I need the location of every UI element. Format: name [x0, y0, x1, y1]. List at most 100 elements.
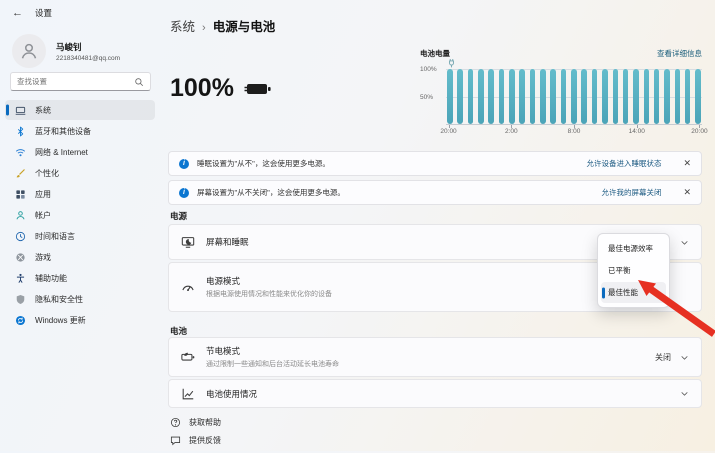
row-value: 关闭	[655, 352, 671, 363]
y-tick-100: 100%	[420, 66, 442, 73]
chart-bar	[695, 69, 701, 124]
banner-action-link[interactable]: 允许设备进入睡眠状态	[586, 158, 661, 169]
system-icon	[15, 105, 26, 116]
battery-percent: 100%	[170, 74, 234, 103]
close-icon[interactable]: ✕	[683, 158, 691, 169]
x-tick-label: 2:00	[505, 128, 518, 135]
chart-bar	[675, 69, 681, 124]
chart-bar	[468, 69, 474, 124]
time-language-icon	[15, 231, 26, 242]
help-icon	[170, 417, 181, 428]
chart-bar	[654, 69, 660, 124]
user-name: 马峻钊	[56, 41, 120, 53]
get-help-link[interactable]: 获取帮助	[170, 417, 221, 428]
close-icon[interactable]: ✕	[683, 187, 691, 198]
battery-chart: 电池电量 查看详细信息 100% 50% 20:002:008:0014:002…	[420, 48, 702, 150]
send-feedback-link[interactable]: 提供反馈	[170, 435, 221, 446]
battery-usage-icon	[181, 387, 195, 401]
chart-bar	[530, 69, 536, 124]
power-mode-dropdown-menu: 最佳电源效率已平衡最佳性能	[597, 233, 670, 308]
battery-section-card: 节电模式通过限制一些通知和后台活动延长电池寿命关闭电池使用情况	[168, 337, 702, 410]
breadcrumb-separator: ›	[202, 22, 206, 34]
sidebar-item-label: 隐私和安全性	[35, 294, 83, 305]
row-subtitle: 通过限制一些通知和后台活动延长电池寿命	[206, 359, 339, 369]
sidebar-item-label: Windows 更新	[35, 315, 86, 326]
x-tick-label: 20:00	[691, 128, 707, 135]
plug-icon	[448, 59, 455, 68]
sidebar-item-accounts[interactable]: 帐户	[5, 205, 155, 225]
sidebar-item-apps[interactable]: 应用	[5, 184, 155, 204]
row-title: 电池使用情况	[206, 388, 257, 400]
chart-bar	[488, 69, 494, 124]
chart-bar	[499, 69, 505, 124]
avatar	[12, 34, 46, 68]
sidebar-item-bluetooth-devices[interactable]: 蓝牙和其他设备	[5, 121, 155, 141]
chart-bar	[550, 69, 556, 124]
view-details-link[interactable]: 查看详细信息	[657, 48, 702, 59]
breadcrumb-root[interactable]: 系统	[170, 16, 195, 35]
accounts-icon	[15, 210, 26, 221]
sidebar-item-label: 系统	[35, 105, 51, 116]
privacy-icon	[15, 294, 26, 305]
footer-link-label: 提供反馈	[189, 435, 221, 446]
power-mode-option[interactable]: 已平衡	[601, 260, 666, 281]
section-label-power: 电源	[170, 210, 187, 222]
chart-bar	[664, 69, 670, 124]
chart-bar	[623, 69, 629, 124]
settings-row-battery-usage[interactable]: 电池使用情况	[168, 379, 702, 408]
back-button[interactable]: ←	[12, 7, 23, 19]
chevron-down-icon	[680, 238, 689, 247]
windows-update-icon	[15, 315, 26, 326]
chart-bar	[447, 69, 453, 124]
battery-saver-icon	[181, 350, 195, 364]
sidebar-item-label: 应用	[35, 189, 51, 200]
sidebar-item-system[interactable]: 系统	[5, 100, 155, 120]
sidebar-item-time-language[interactable]: 时间和语言	[5, 226, 155, 246]
sidebar-item-gaming[interactable]: 游戏	[5, 247, 155, 267]
power-mode-option[interactable]: 最佳性能	[601, 282, 666, 303]
chart-bar	[540, 69, 546, 124]
sidebar-nav: 系统蓝牙和其他设备网络 & Internet 个性化应用帐户时间和语言游戏辅助功能…	[5, 100, 155, 331]
user-profile[interactable]: 马峻钊 2218340481@qq.com	[12, 34, 120, 68]
chart-bar	[561, 69, 567, 124]
search-input[interactable]	[17, 77, 134, 86]
info-banner-2: i屏幕设置为"从不关闭"，这会使用更多电源。允许我的屏幕关闭✕	[168, 180, 702, 205]
chevron-down-icon	[680, 353, 689, 362]
gaming-icon	[15, 252, 26, 263]
chart-xticks: 20:002:008:0014:0020:00	[446, 125, 702, 139]
chevron-down-icon	[680, 389, 689, 398]
sidebar-item-personalization[interactable]: 个性化	[5, 163, 155, 183]
feedback-icon	[170, 435, 181, 446]
chart-bar	[592, 69, 598, 124]
accessibility-icon	[15, 273, 26, 284]
settings-row-battery-saver[interactable]: 节电模式通过限制一些通知和后台活动延长电池寿命关闭	[168, 337, 702, 377]
app-title: 设置	[35, 7, 52, 19]
sidebar-item-label: 游戏	[35, 252, 51, 263]
info-banner-1: i睡眠设置为"从不"，这会使用更多电源。允许设备进入睡眠状态✕	[168, 151, 702, 176]
sidebar-item-accessibility[interactable]: 辅助功能	[5, 268, 155, 288]
banner-text: 睡眠设置为"从不"，这会使用更多电源。	[197, 158, 330, 169]
chart-bar	[509, 69, 515, 124]
sidebar-item-network-internet[interactable]: 网络 & Internet	[5, 142, 155, 162]
chart-bars	[446, 69, 702, 124]
chart-bar	[581, 69, 587, 124]
page-title: 电源与电池	[213, 16, 276, 35]
chart-bar	[571, 69, 577, 124]
battery-full-icon	[244, 81, 272, 97]
banner-action-link[interactable]: 允许我的屏幕关闭	[601, 187, 661, 198]
chart-bar	[633, 69, 639, 124]
search-box[interactable]	[10, 72, 151, 91]
sidebar-item-windows-update[interactable]: Windows 更新	[5, 310, 155, 330]
user-email: 2218340481@qq.com	[56, 55, 120, 62]
row-title: 电源模式	[206, 275, 332, 287]
sidebar-item-privacy-security[interactable]: 隐私和安全性	[5, 289, 155, 309]
sidebar-item-label: 网络 & Internet	[35, 147, 88, 158]
chart-bar	[602, 69, 608, 124]
sidebar-item-label: 时间和语言	[35, 231, 75, 242]
sidebar-item-label: 帐户	[35, 210, 51, 221]
apps-icon	[15, 189, 26, 200]
power-mode-option[interactable]: 最佳电源效率	[601, 238, 666, 259]
x-tick-label: 8:00	[568, 128, 581, 135]
chart-bar	[519, 69, 525, 124]
sidebar-item-label: 个性化	[35, 168, 59, 179]
